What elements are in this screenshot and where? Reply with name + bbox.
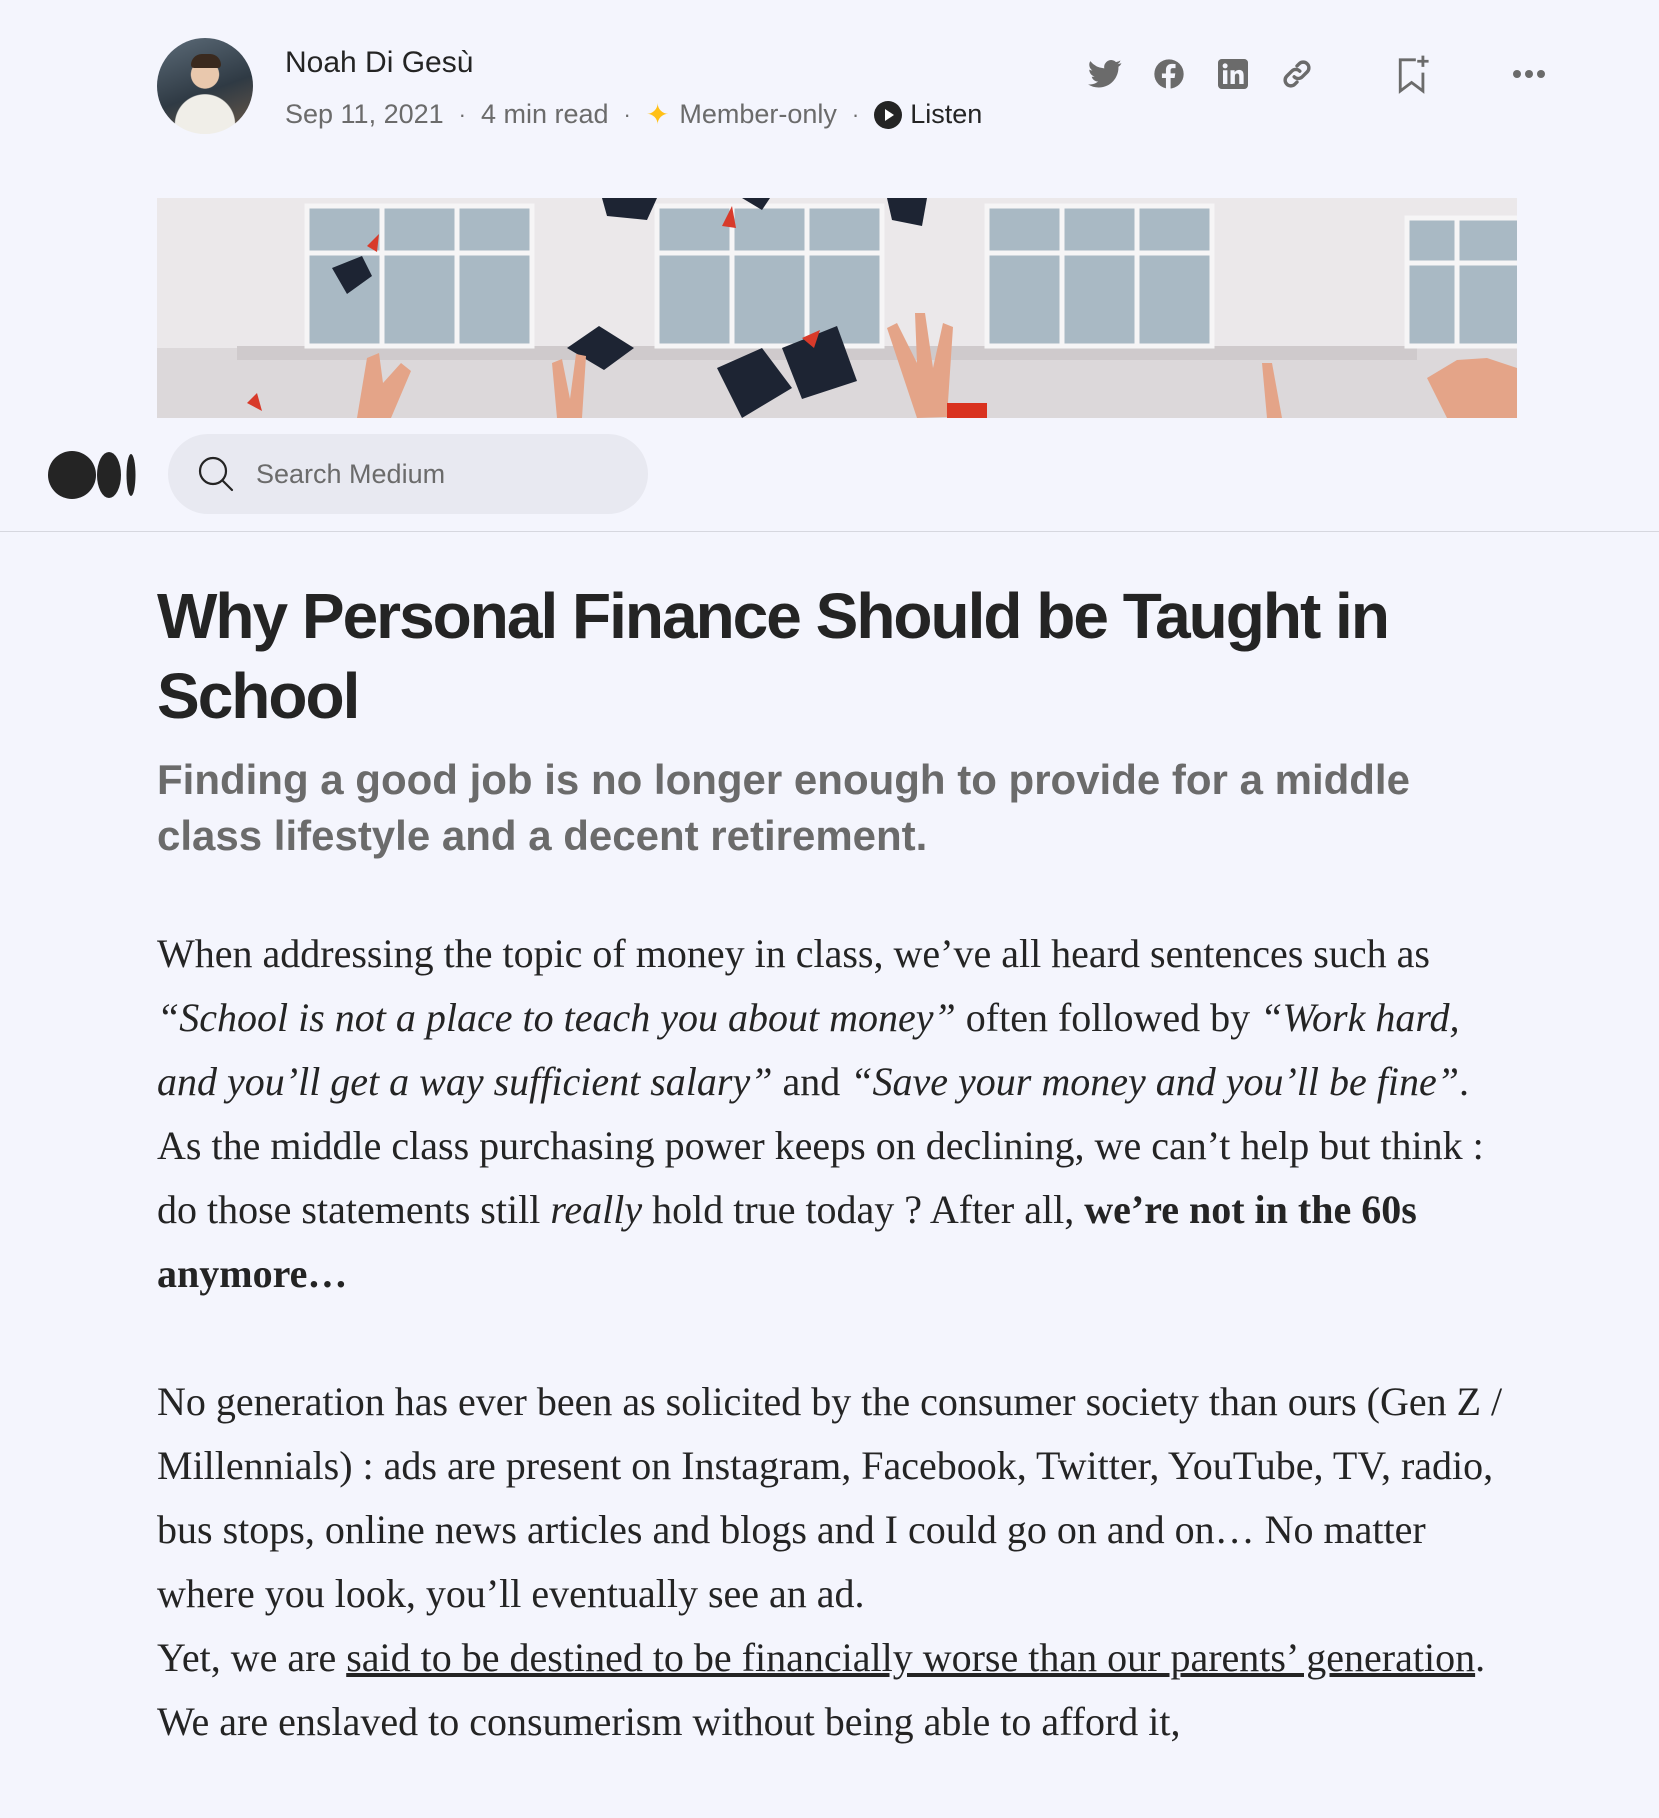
author-name[interactable]: Noah Di Gesù	[285, 46, 473, 80]
publish-date: Sep 11, 2021	[285, 99, 444, 129]
member-star-icon: ✦	[645, 99, 670, 130]
paragraph: As the middle class purchasing power kee…	[157, 1114, 1517, 1306]
listen-label: Listen	[910, 99, 983, 129]
meta-separator: ·	[623, 101, 631, 127]
member-only-label: Member-only	[679, 99, 837, 129]
text: .	[1459, 1059, 1470, 1104]
article-body: When addressing the topic of money in cl…	[157, 922, 1517, 1754]
bookmark-add-icon[interactable]	[1393, 54, 1433, 94]
meta-separator: ·	[851, 101, 860, 127]
text: No generation has ever been as solicited…	[157, 1379, 1503, 1616]
share-actions	[1085, 54, 1573, 94]
author-header: Noah Di Gesù Sep 11, 2021 · 4 min read ·…	[157, 38, 1545, 138]
text: and	[772, 1059, 851, 1104]
paragraph: Yet, we are said to be destined to be fi…	[157, 1626, 1517, 1754]
listen-button[interactable]: Listen	[874, 99, 982, 130]
meta-separator: ·	[458, 101, 466, 127]
more-icon[interactable]	[1509, 54, 1549, 94]
search-bar[interactable]	[168, 434, 648, 514]
facebook-icon[interactable]	[1149, 54, 1189, 94]
article-meta: Sep 11, 2021 · 4 min read · ✦ Member-onl…	[285, 98, 982, 131]
paragraph: When addressing the topic of money in cl…	[157, 922, 1517, 1114]
link-icon[interactable]	[1277, 54, 1317, 94]
medium-logo[interactable]	[48, 450, 138, 500]
read-time: 4 min read	[480, 99, 609, 129]
text: When addressing the topic of money in cl…	[157, 931, 1430, 976]
text: often followed by	[955, 995, 1261, 1040]
article-title: Why Personal Finance Should be Taught in…	[157, 580, 1390, 732]
author-avatar[interactable]	[157, 38, 253, 134]
article-subtitle: Finding a good job is no longer enough t…	[157, 756, 1410, 859]
paragraph: No generation has ever been as solicited…	[157, 1370, 1517, 1626]
search-icon	[196, 454, 236, 494]
twitter-icon[interactable]	[1085, 54, 1125, 94]
article-link[interactable]: said to be destined to be financially wo…	[346, 1635, 1475, 1680]
hero-image	[157, 198, 1517, 418]
quote: “School is not a place to teach you abou…	[157, 995, 956, 1040]
text: Yet, we are	[157, 1635, 347, 1680]
quote: “Save your money and you’ll be fine”	[850, 1059, 1460, 1104]
emphasis: really	[550, 1187, 643, 1232]
text: hold true today ? After all,	[642, 1187, 1085, 1232]
play-icon	[874, 100, 903, 129]
nav-divider	[0, 531, 1659, 532]
linkedin-icon[interactable]	[1213, 54, 1253, 94]
search-input[interactable]	[254, 457, 638, 491]
